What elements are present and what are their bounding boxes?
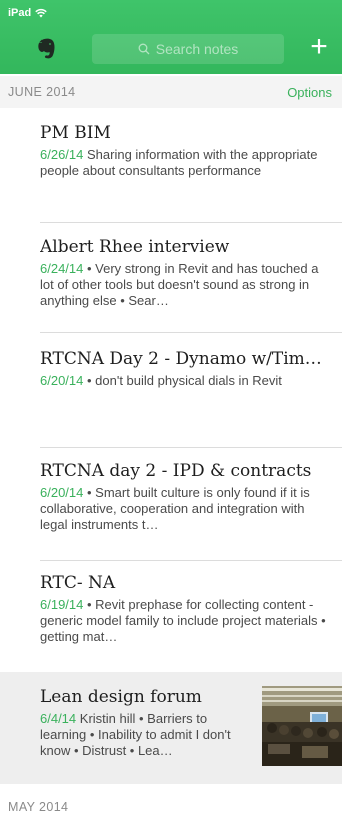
new-note-button[interactable]: + [306,32,332,64]
note-date: 6/4/14 [40,711,77,726]
divider [40,222,342,223]
note-snippet: 6/20/14 • Smart built culture is only fo… [40,485,334,533]
section-title: MAY 2014 [8,800,69,814]
note-date: 6/20/14 [40,373,84,388]
evernote-logo-icon[interactable] [36,38,56,60]
wifi-icon [35,8,47,18]
note-snippet: 6/20/14 • don't build physical dials in … [40,373,334,389]
note-title: PM BIM [40,123,111,143]
top-bar: iPad Search notes + [0,0,342,74]
note-snippet: 6/26/14 Sharing information with the app… [40,147,334,179]
note-item[interactable]: RTC- NA 6/19/14 • Revit prephase for col… [0,572,342,668]
status-bar: iPad [8,6,47,20]
note-item[interactable]: RTCNA Day 2 - Dynamo w/Tim… 6/20/14 • do… [0,348,342,438]
device-label: iPad [8,7,32,19]
note-snippet: 6/4/14 Kristin hill • Barriers to learni… [40,711,254,759]
note-item-selected[interactable]: Lean design forum 6/4/14 Kristin hill • … [0,672,342,784]
note-title: Lean design forum [40,687,202,707]
note-title: Albert Rhee interview [40,237,230,257]
divider [40,447,342,448]
search-icon [138,43,150,55]
month-section-header: MAY 2014 [0,786,342,828]
note-date: 6/19/14 [40,597,84,612]
note-text: • Revit prephase for collecting content … [40,597,326,644]
note-title: RTCNA day 2 - IPD & contracts [40,461,312,481]
divider [40,560,342,561]
note-date: 6/20/14 [40,485,84,500]
search-input[interactable]: Search notes [92,34,284,64]
note-snippet: 6/19/14 • Revit prephase for collecting … [40,597,334,645]
section-title: JUNE 2014 [8,85,76,99]
note-date: 6/24/14 [40,261,84,276]
note-text: • don't build physical dials in Revit [83,373,282,388]
note-title: RTC- NA [40,573,116,593]
note-snippet: 6/24/14 • Very strong in Revit and has t… [40,261,334,309]
note-item[interactable]: Albert Rhee interview 6/24/14 • Very str… [0,236,342,316]
divider [40,332,342,333]
note-thumbnail-image [262,686,342,766]
note-date: 6/26/14 [40,147,84,162]
note-title: RTCNA Day 2 - Dynamo w/Tim… [40,349,322,369]
search-placeholder: Search notes [155,41,239,57]
options-button[interactable]: Options [287,85,332,100]
note-item[interactable]: RTCNA day 2 - IPD & contracts 6/20/14 • … [0,460,342,554]
note-item[interactable]: PM BIM 6/26/14 Sharing information with … [0,122,342,214]
month-section-header: JUNE 2014 Options [0,76,342,108]
